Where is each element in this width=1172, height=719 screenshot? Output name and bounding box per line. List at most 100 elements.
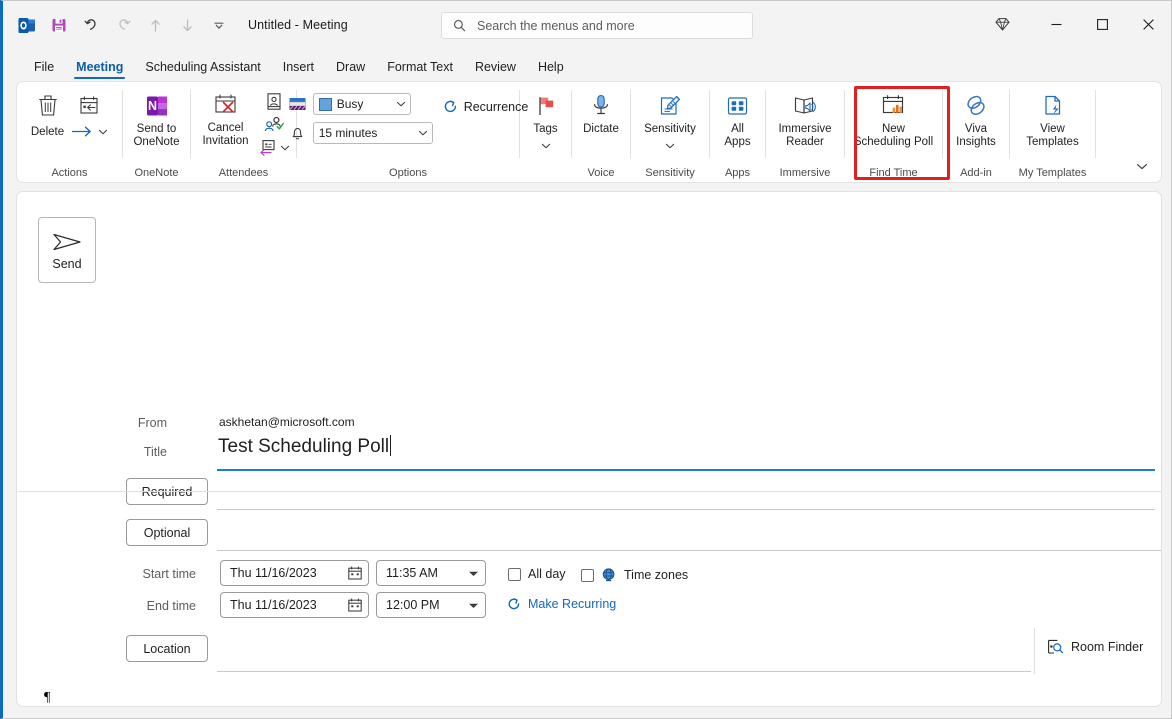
room-finder-button[interactable]: Room Finder [1046,638,1143,656]
tags-button[interactable]: Tags [526,88,566,157]
forward-arrow-icon[interactable] [70,124,94,139]
dictate-button[interactable]: Dictate [578,88,624,138]
send-button[interactable]: Send [38,217,96,283]
new-scheduling-poll-label-line2: Scheduling Poll [854,136,933,148]
immersive-reader-label-line2: Reader [786,136,824,148]
end-time-input[interactable]: 12:00 PM [376,592,486,618]
location-button[interactable]: Location [126,635,208,662]
view-templates-button[interactable]: View Templates [1021,88,1083,151]
chevron-down-icon[interactable] [98,128,108,136]
all-apps-button[interactable]: All Apps [718,88,758,151]
immersive-reader-icon [791,91,819,121]
minimize-icon[interactable] [1033,1,1079,47]
cancel-invitation-button[interactable]: Cancel Invitation [197,88,253,150]
optional-underline [217,550,1162,551]
ribbon-group-actions: Delete Actions [17,82,122,182]
collapse-ribbon-button[interactable] [1129,154,1155,178]
chevron-down-icon[interactable] [665,137,675,155]
calendar-icon[interactable] [347,597,363,613]
all-day-checkbox[interactable] [508,568,521,581]
check-names-button[interactable] [264,114,284,135]
all-day-label: All day [528,567,566,581]
send-to-onenote-button[interactable]: N Send to OneNote [128,88,184,151]
chevron-down-icon [1136,162,1148,171]
redo-icon[interactable] [108,10,138,40]
ribbon-group-apps: All Apps Apps [710,82,765,182]
sensitivity-button[interactable]: Sensitivity [639,88,701,157]
search-icon [452,18,467,33]
new-scheduling-poll-button[interactable]: New Scheduling Poll [849,88,938,151]
busy-color-swatch [319,98,332,111]
diamond-icon[interactable] [971,1,1033,47]
search-box[interactable]: Search the menus and more [441,12,753,39]
tab-help[interactable]: Help [527,60,575,79]
tab-draw[interactable]: Draw [325,60,376,79]
make-recurring-button[interactable]: Make Recurring [506,596,616,612]
from-value[interactable]: askhetan@microsoft.com [219,415,355,429]
time-zones-checkbox-row[interactable]: Time zones [581,567,688,583]
start-date-value: Thu 11/16/2023 [230,566,347,580]
ribbon-group-immersive: Immersive Reader Immersive [766,82,844,182]
bell-icon [288,124,307,142]
outlook-app-icon[interactable] [12,10,42,40]
chevron-down-icon[interactable] [467,569,480,578]
show-as-dropdown[interactable]: Busy [313,93,411,115]
globe-icon [601,567,617,583]
tab-review[interactable]: Review [464,60,527,79]
reminder-value: 15 minutes [319,126,413,140]
response-options-button[interactable] [258,138,277,157]
chevron-down-icon[interactable] [541,137,551,155]
calendar-icon[interactable] [347,565,363,581]
window-title: Untitled - Meeting [248,18,348,32]
time-zones-label: Time zones [624,568,688,582]
ribbon: Delete Actions [16,81,1162,183]
address-book-button[interactable] [265,91,283,112]
time-zones-checkbox[interactable] [581,569,594,582]
next-item-icon[interactable] [172,10,202,40]
form-body-divider [18,491,1162,492]
tab-scheduling-assistant[interactable]: Scheduling Assistant [134,60,271,79]
tab-file[interactable]: File [23,60,65,79]
end-time-label: End time [112,599,196,613]
address-book-icon [265,92,283,111]
recurrence-button[interactable]: Recurrence [442,93,529,115]
group-separator [1095,90,1096,158]
ribbon-group-add-in: Viva Insights Add-in [943,82,1009,182]
maximize-icon[interactable] [1079,1,1125,47]
onenote-icon: N [143,91,171,121]
save-icon[interactable] [44,10,74,40]
ribbon-group-label-add-in: Add-in [960,165,992,182]
ribbon-group-label-apps: Apps [725,165,750,182]
ribbon-group-label-sensitivity: Sensitivity [645,165,695,182]
viva-insights-button[interactable]: Viva Insights [951,88,1001,151]
immersive-reader-label-line1: Immersive [778,123,831,135]
recurrence-icon [506,596,522,612]
previous-item-icon[interactable] [140,10,170,40]
tab-insert[interactable]: Insert [272,60,325,79]
start-date-input[interactable]: Thu 11/16/2023 [220,560,369,586]
ribbon-group-sensitivity: Sensitivity Sensitivity [631,82,709,182]
quick-access-toolbar [3,10,234,40]
sensitivity-icon [656,91,684,121]
title-input[interactable]: Test Scheduling Poll [218,435,391,458]
delete-button-label[interactable]: Delete [31,125,64,139]
move-to-folder-icon[interactable] [76,90,102,124]
make-recurring-label: Make Recurring [528,597,616,611]
reminder-dropdown[interactable]: 15 minutes [313,122,433,144]
tab-format-text[interactable]: Format Text [376,60,464,79]
customize-quick-access-toolbar-icon[interactable] [204,10,234,40]
start-time-input[interactable]: 11:35 AM [376,560,486,586]
ribbon-tabs: File Meeting Scheduling Assistant Insert… [3,49,1171,79]
optional-button[interactable]: Optional [126,519,208,546]
ribbon-group-label-immersive: Immersive [780,165,831,182]
room-finder-icon [1046,638,1064,656]
end-date-input[interactable]: Thu 11/16/2023 [220,592,369,618]
all-day-checkbox-row[interactable]: All day [508,567,566,581]
undo-icon[interactable] [76,10,106,40]
trash-icon[interactable] [35,90,61,124]
close-icon[interactable] [1125,1,1171,47]
chevron-down-icon[interactable] [467,601,480,610]
location-underline [217,671,1031,672]
immersive-reader-button[interactable]: Immersive Reader [773,88,836,151]
tab-meeting[interactable]: Meeting [65,60,134,79]
